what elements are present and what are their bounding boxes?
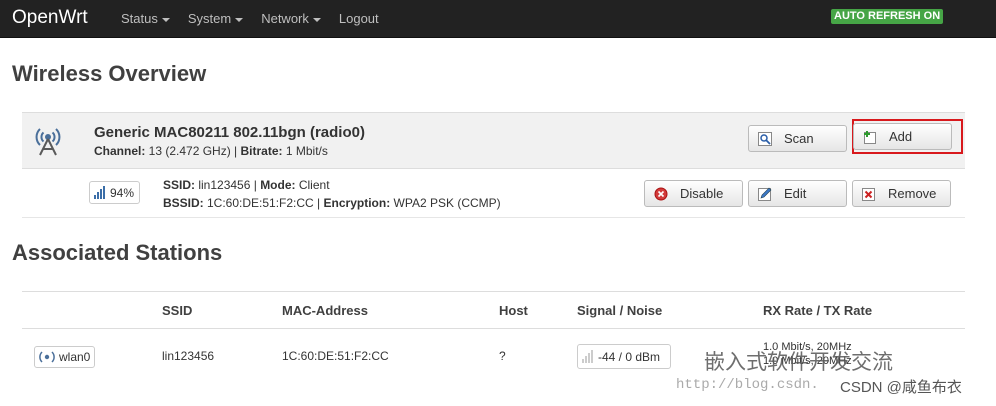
signal-percent: 94% [110,185,135,200]
mode-value: Client [295,178,330,192]
watermark-url: http://blog.csdn. [676,377,819,393]
menu-network-label: Network [261,11,309,26]
menu-network[interactable]: Network [252,0,330,38]
page-title: Wireless Overview [12,61,207,86]
scan-button[interactable]: Scan [748,125,847,152]
bitrate-value: 1 Mbit/s [282,144,328,158]
radio-info: Channel: 13 (2.472 GHz) | Bitrate: 1 Mbi… [94,144,328,158]
column-host: Host [499,303,528,318]
remove-icon [862,187,875,201]
magnifier-icon [758,131,772,146]
encryption-label: Encryption: [323,196,391,210]
add-button[interactable]: Add [853,123,952,150]
network-row: 94% SSID: lin123456 | Mode: Client BSSID… [22,170,965,218]
interface-badge[interactable]: wlan0 [34,346,96,368]
column-ssid: SSID [162,303,193,318]
bssid-value: 1C:60:DE:51:F2:CC | [203,196,324,210]
station-mac: 1C:60:DE:51:F2:CC [282,349,389,363]
bssid-line: BSSID: 1C:60:DE:51:F2:CC | Encryption: W… [163,194,501,212]
add-button-label: Add [889,129,913,144]
watermark-csdn: CSDN @咸鱼布衣 [840,379,962,396]
disable-button[interactable]: Disable [644,180,743,207]
scan-button-label: Scan [784,131,814,146]
network-info: SSID: lin123456 | Mode: Client BSSID: 1C… [163,176,501,212]
station-ssid: lin123456 [162,349,215,363]
auto-refresh-toggle[interactable]: AUTO REFRESH ON [831,9,944,24]
signal-bars-icon [582,350,594,363]
column-signal-noise: Signal / Noise [577,303,663,318]
radio-name: Generic MAC80211 802.11bgn (radio0) [94,124,365,141]
remove-button-label: Remove [888,186,937,201]
mode-label: Mode: [260,178,296,192]
remove-button[interactable]: Remove [852,180,951,207]
menu-logout[interactable]: Logout [330,0,388,38]
wifi-interface-icon [39,351,55,363]
station-host: ? [499,349,506,363]
menu-status[interactable]: Status [112,0,179,38]
caret-down-icon [312,17,321,22]
station-signal-badge: -44 / 0 dBm [577,344,671,369]
disable-button-label: Disable [680,186,724,201]
stations-title: Associated Stations [12,240,223,265]
edit-button-label: Edit [784,186,807,201]
stations-table-header: SSID MAC-Address Host Signal / Noise RX … [22,291,965,329]
edit-button[interactable]: Edit [748,180,847,207]
wifi-radio-icon [35,128,61,156]
caret-down-icon [235,17,244,22]
bssid-label: BSSID: [163,196,204,210]
channel-value: 13 (2.472 GHz) | [145,144,241,158]
ssid-label: SSID: [163,178,196,192]
edit-icon [758,187,772,201]
caret-down-icon [161,17,170,22]
bitrate-label: Bitrate: [240,144,283,158]
stop-icon [654,187,668,200]
signal-quality-badge: 94% [89,181,140,204]
menu-logout-label: Logout [338,11,379,26]
encryption-value: WPA2 PSK (CCMP) [390,196,501,210]
ssid-value: lin123456 | [195,178,261,192]
column-mac-address: MAC-Address [282,303,368,318]
radio-row: Generic MAC80211 802.11bgn (radio0) Chan… [22,112,965,169]
watermark-text: 嵌入式软件开发交流 [704,351,893,374]
menu-status-label: Status [121,11,158,26]
menu-system-label: System [187,11,232,26]
main-menu: Status System Network Logout [112,0,388,38]
interface-name: wlan0 [59,350,91,364]
channel-label: Channel: [94,144,146,158]
top-navbar: OpenWrt Status System Network Logout AUT… [0,0,996,38]
add-icon [864,130,876,144]
signal-bars-icon [94,186,106,199]
ssid-line: SSID: lin123456 | Mode: Client [163,176,501,194]
menu-system[interactable]: System [179,0,252,38]
column-rx-tx-rate: RX Rate / TX Rate [763,303,873,318]
station-signal-noise: -44 / 0 dBm [598,349,661,364]
brand-logo[interactable]: OpenWrt [12,7,88,29]
